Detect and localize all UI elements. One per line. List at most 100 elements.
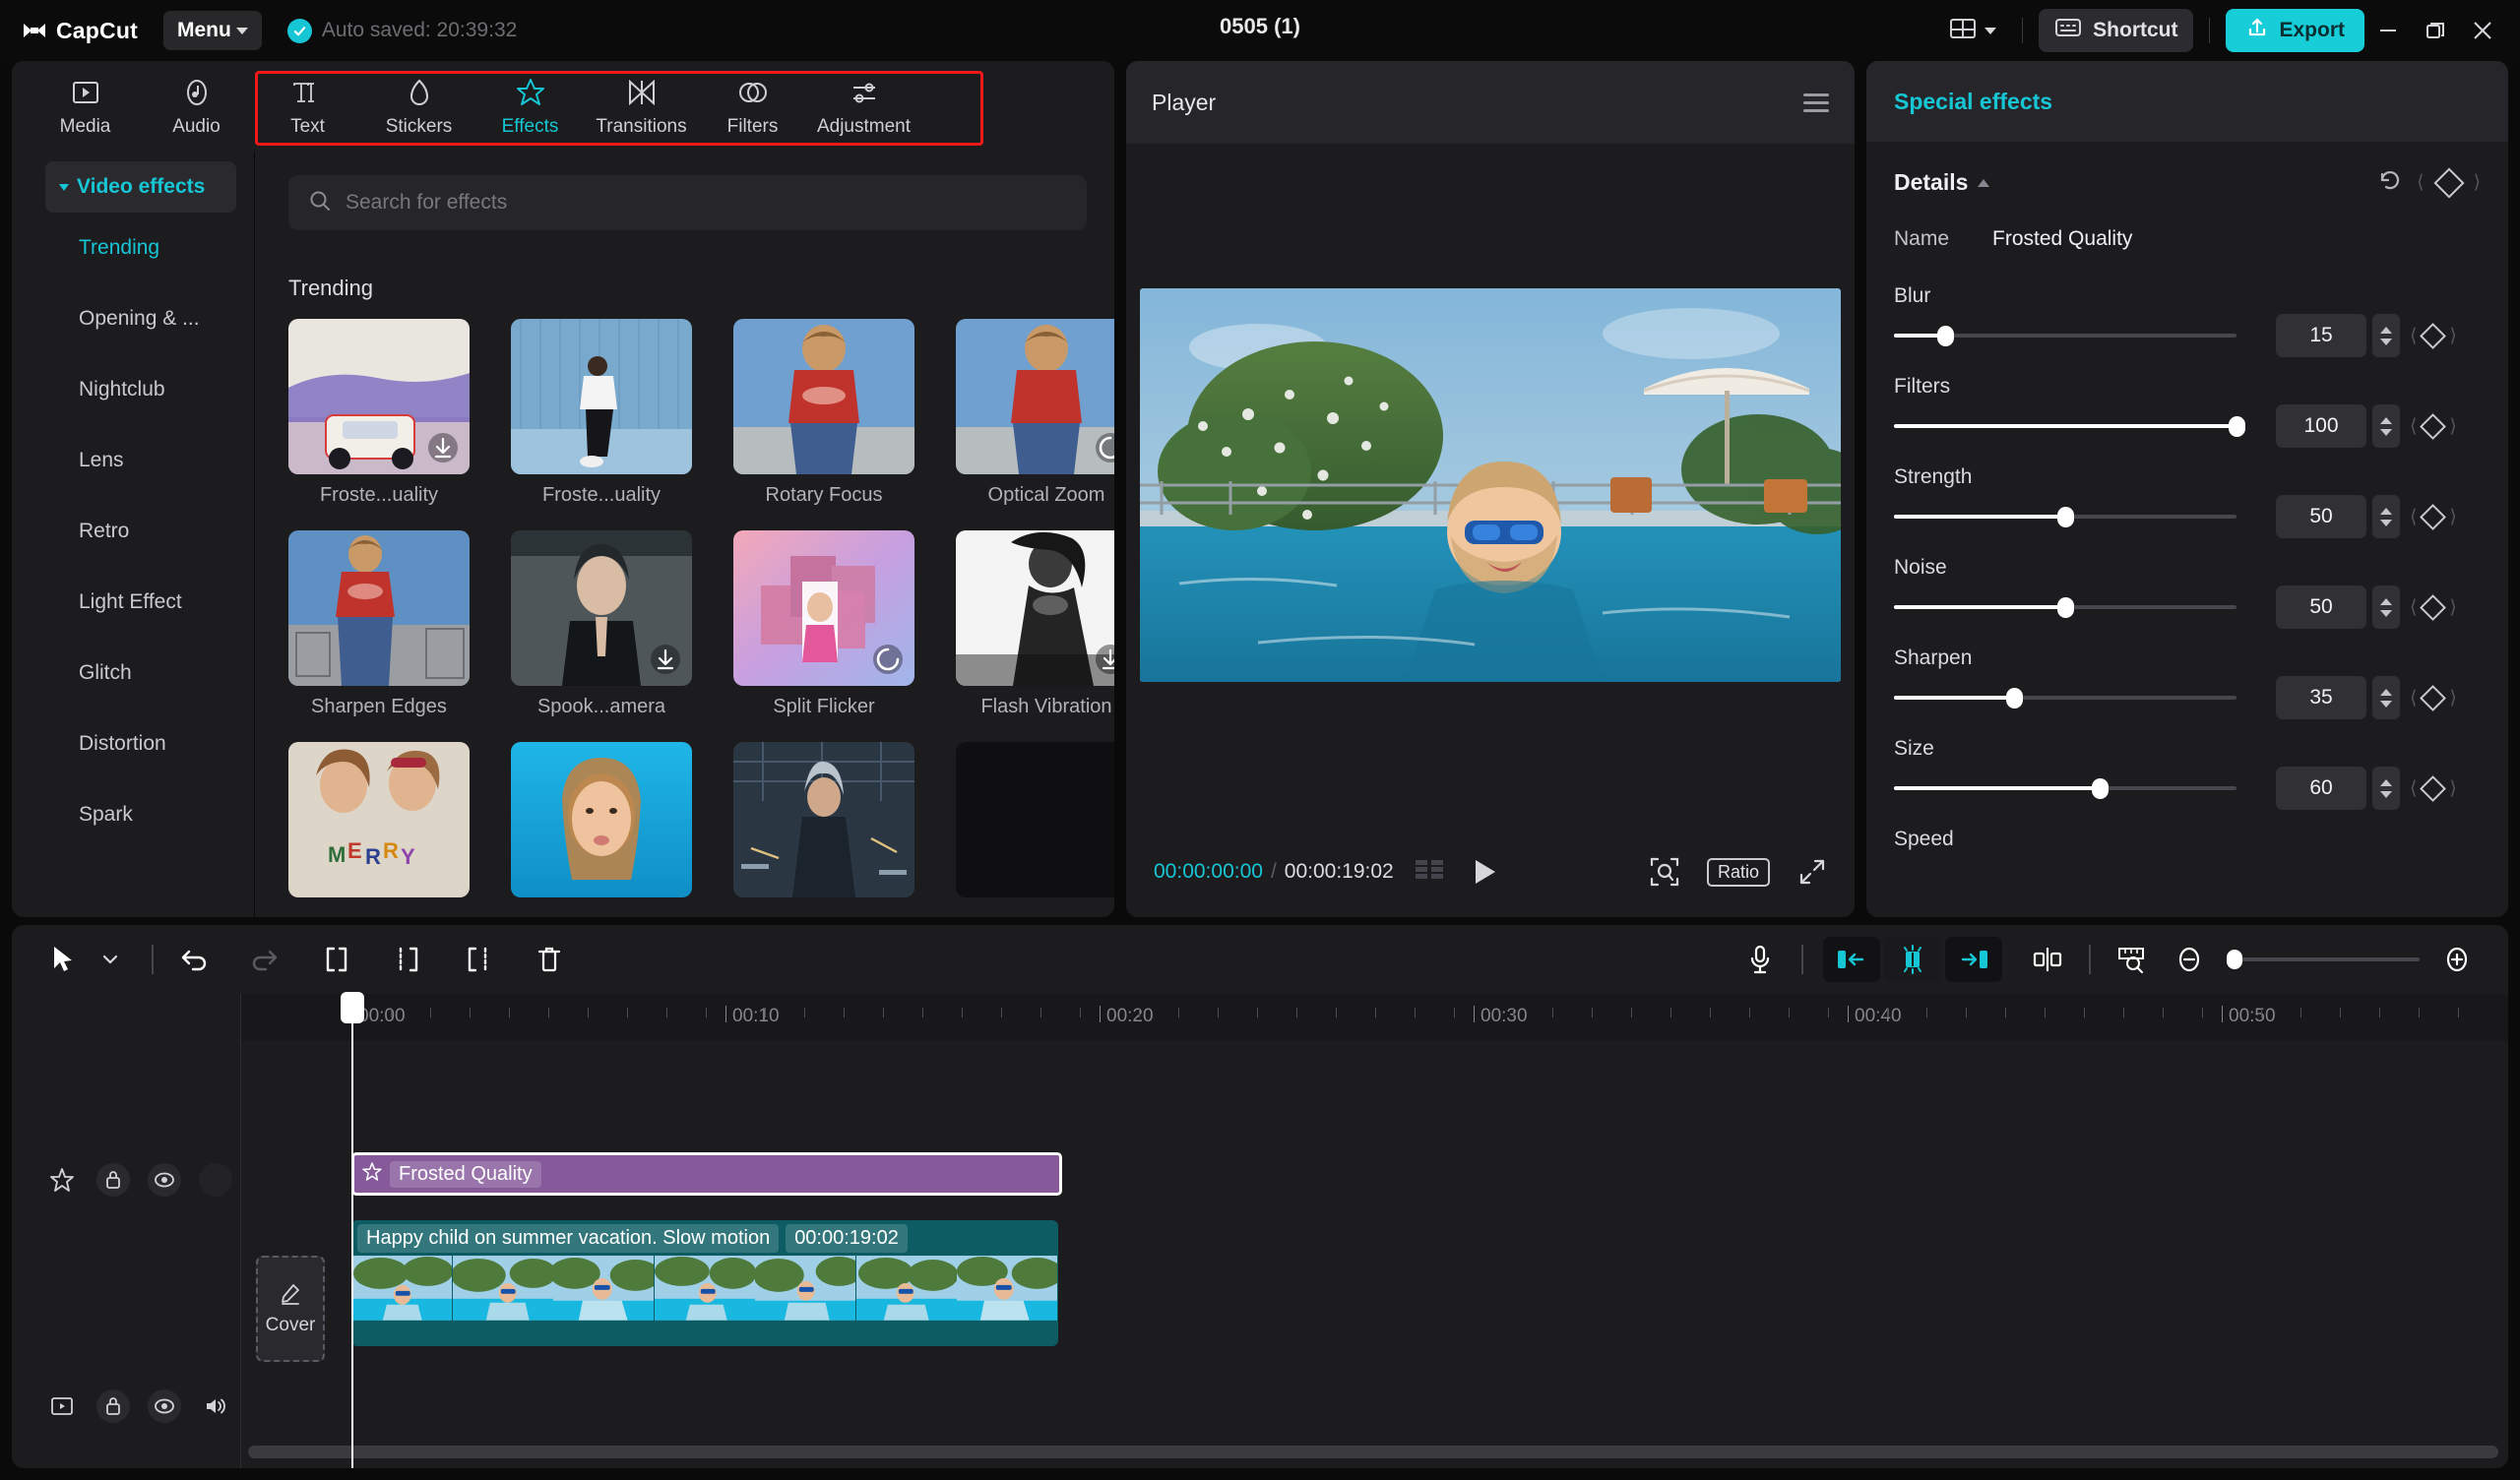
prev-keyframe-icon[interactable]: ⟨ <box>2410 687 2417 709</box>
sidebar-item-opening[interactable]: Opening & ... <box>12 283 254 354</box>
effect-thumbnail[interactable] <box>956 742 1114 897</box>
redo-icon[interactable] <box>240 936 287 983</box>
effect-thumbnail[interactable] <box>733 319 914 474</box>
effect-card[interactable]: Sharpen Edges <box>288 530 470 718</box>
video-clip[interactable]: Happy child on summer vacation. Slow mot… <box>351 1220 1058 1346</box>
record-voiceover-icon[interactable] <box>1736 936 1784 983</box>
split-icon[interactable] <box>313 936 360 983</box>
video-preview[interactable] <box>1140 288 1841 682</box>
param-value-input[interactable]: 60 <box>2276 767 2366 810</box>
maximize-restore-button[interactable] <box>2412 9 2459 52</box>
tab-filters[interactable]: Filters <box>697 66 808 147</box>
keyframe-icon[interactable] <box>2420 775 2446 802</box>
effect-thumbnail[interactable] <box>511 319 692 474</box>
param-stepper[interactable] <box>2372 314 2400 357</box>
prev-keyframe-icon[interactable]: ⟨ <box>2410 777 2417 800</box>
param-slider[interactable] <box>1894 786 2236 790</box>
param-value-input[interactable]: 15 <box>2276 314 2366 357</box>
effect-thumbnail[interactable] <box>956 319 1114 474</box>
effect-card[interactable]: Split Flicker <box>733 530 914 718</box>
prev-keyframe-icon[interactable]: ⟨ <box>2410 325 2417 347</box>
lock-track-icon[interactable] <box>96 1163 130 1197</box>
next-keyframe-icon[interactable]: ⟩ <box>2449 777 2456 800</box>
shortcut-button[interactable]: Shortcut <box>2039 9 2193 52</box>
lock-track-icon[interactable] <box>96 1389 130 1423</box>
effect-card[interactable] <box>511 742 692 897</box>
close-button[interactable] <box>2459 9 2506 52</box>
sidebar-item-spark[interactable]: Spark <box>12 779 254 850</box>
mute-track-icon[interactable] <box>199 1389 232 1423</box>
effect-card[interactable]: Froste...uality <box>511 319 692 507</box>
slider-knob[interactable] <box>2057 507 2074 527</box>
sidebar-item-nightclub[interactable]: Nightclub <box>12 354 254 425</box>
sidebar-item-trending[interactable]: Trending <box>12 213 254 283</box>
tab-media[interactable]: Media <box>30 66 141 147</box>
effect-clip[interactable]: Frosted Quality <box>351 1152 1062 1196</box>
cover-button[interactable]: Cover <box>256 1256 325 1362</box>
tab-stickers[interactable]: Stickers <box>363 66 474 147</box>
param-slider[interactable] <box>1894 605 2236 609</box>
keyframe-icon[interactable] <box>2433 167 2464 198</box>
param-slider[interactable] <box>1894 696 2236 700</box>
sidebar-header-video-effects[interactable]: Video effects <box>45 161 236 213</box>
param-slider[interactable] <box>1894 515 2236 519</box>
effect-card[interactable] <box>733 742 914 897</box>
split-at-playhead-icon[interactable] <box>2024 936 2071 983</box>
param-stepper[interactable] <box>2372 404 2400 448</box>
keyframe-icon[interactable] <box>2420 504 2446 530</box>
timeline-ruler-zoom-icon[interactable] <box>2109 936 2156 983</box>
play-button[interactable] <box>1471 857 1498 887</box>
effect-card[interactable]: Spook...amera <box>511 530 692 718</box>
hide-track-icon[interactable] <box>148 1389 181 1423</box>
trim-left-icon[interactable] <box>384 936 431 983</box>
param-value-input[interactable]: 50 <box>2276 586 2366 629</box>
effect-card[interactable]: Froste...uality <box>288 319 470 507</box>
slider-knob[interactable] <box>2057 597 2074 618</box>
tool-dropdown-icon[interactable] <box>87 936 134 983</box>
effect-thumbnail[interactable] <box>288 530 470 686</box>
timeline-horizontal-scrollbar[interactable] <box>248 1446 2498 1458</box>
search-input[interactable] <box>346 191 1067 215</box>
fullscreen-icon[interactable] <box>1797 857 1827 887</box>
prev-keyframe-icon[interactable]: ⟨ <box>2410 596 2417 619</box>
param-stepper[interactable] <box>2372 676 2400 719</box>
search-box[interactable] <box>288 175 1087 230</box>
trim-right-icon[interactable] <box>455 936 502 983</box>
next-keyframe-icon[interactable]: ⟩ <box>2449 325 2456 347</box>
zoom-slider[interactable] <box>2227 957 2420 961</box>
effect-card[interactable]: MERRY <box>288 742 470 897</box>
param-stepper[interactable] <box>2372 767 2400 810</box>
param-stepper[interactable] <box>2372 586 2400 629</box>
param-value-input[interactable]: 35 <box>2276 676 2366 719</box>
keyframe-icon[interactable] <box>2420 413 2446 440</box>
zoom-out-icon[interactable] <box>2166 936 2213 983</box>
snap-left-toggle[interactable] <box>1823 937 1880 982</box>
effect-card[interactable]: Rotary Focus <box>733 319 914 507</box>
next-keyframe-icon[interactable]: ⟩ <box>2449 687 2456 709</box>
zoom-in-icon[interactable] <box>2433 936 2481 983</box>
export-button[interactable]: Export <box>2226 9 2364 52</box>
next-keyframe-icon[interactable]: ⟩ <box>2449 596 2456 619</box>
download-icon[interactable] <box>649 643 682 676</box>
tab-audio[interactable]: Audio <box>141 66 252 147</box>
download-icon[interactable] <box>426 431 460 464</box>
tab-adjustment[interactable]: Adjustment <box>808 66 919 147</box>
param-slider[interactable] <box>1894 424 2236 428</box>
menu-button[interactable]: Menu <box>163 11 262 50</box>
sidebar-item-distortion[interactable]: Distortion <box>12 709 254 779</box>
reset-icon[interactable] <box>2377 167 2403 198</box>
next-keyframe-icon[interactable]: ⟩ <box>2474 171 2481 194</box>
prev-keyframe-icon[interactable]: ⟨ <box>2410 506 2417 528</box>
next-keyframe-icon[interactable]: ⟩ <box>2449 415 2456 438</box>
param-value-input[interactable]: 50 <box>2276 495 2366 538</box>
slider-knob[interactable] <box>1937 326 1954 346</box>
keyframe-icon[interactable] <box>2420 323 2446 349</box>
zoom-fit-icon[interactable] <box>1648 855 1681 889</box>
sidebar-item-glitch[interactable]: Glitch <box>12 638 254 709</box>
playhead-handle[interactable] <box>341 992 364 1023</box>
effect-thumbnail[interactable]: MERRY <box>288 742 470 897</box>
tab-text[interactable]: Text <box>252 66 363 147</box>
delete-icon[interactable] <box>526 936 573 983</box>
tab-transitions[interactable]: Transitions <box>586 66 697 147</box>
slider-knob[interactable] <box>2006 688 2023 709</box>
